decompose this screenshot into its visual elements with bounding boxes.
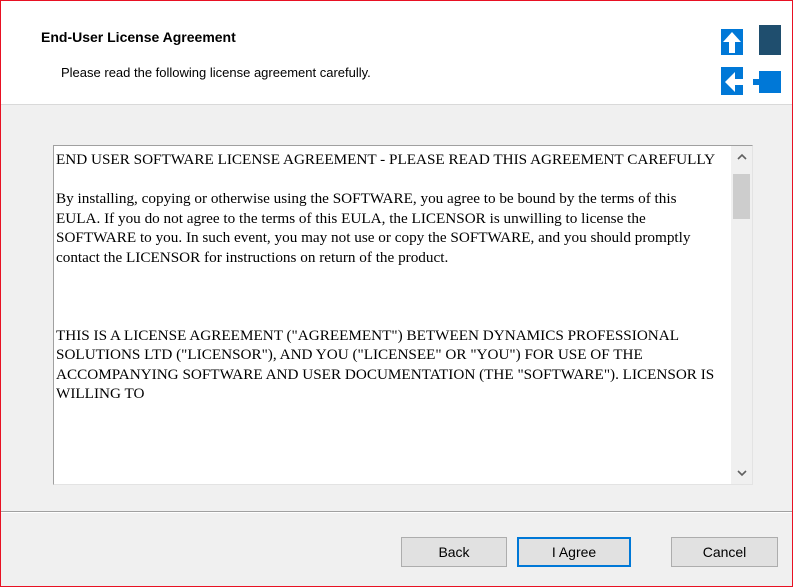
scroll-thumb[interactable] — [733, 174, 750, 219]
license-paragraph: END USER SOFTWARE LICENSE AGREEMENT - PL… — [56, 151, 716, 168]
license-text-box[interactable]: END USER SOFTWARE LICENSE AGREEMENT - PL… — [53, 145, 753, 485]
i-agree-button[interactable]: I Agree — [517, 537, 631, 567]
page-subtitle: Please read the following license agreem… — [61, 65, 371, 80]
chevron-up-icon — [736, 153, 747, 160]
back-button[interactable]: Back — [401, 537, 507, 567]
license-paragraph: By installing, copying or otherwise usin… — [56, 190, 691, 266]
license-text: END USER SOFTWARE LICENSE AGREEMENT - PL… — [56, 150, 724, 404]
page-title: End-User License Agreement — [41, 29, 236, 45]
cancel-button[interactable]: Cancel — [671, 537, 778, 567]
installer-logo-icon — [721, 25, 781, 95]
scroll-down-button[interactable] — [731, 463, 752, 484]
license-paragraph: THIS IS A LICENSE AGREEMENT ("AGREEMENT"… — [56, 326, 715, 403]
installer-window: End-User License Agreement Please read t… — [0, 0, 793, 587]
scroll-up-button[interactable] — [731, 146, 752, 167]
header-banner: End-User License Agreement Please read t… — [1, 1, 792, 105]
footer-divider — [1, 511, 792, 513]
chevron-down-icon — [736, 470, 747, 477]
vertical-scrollbar[interactable] — [731, 146, 752, 484]
